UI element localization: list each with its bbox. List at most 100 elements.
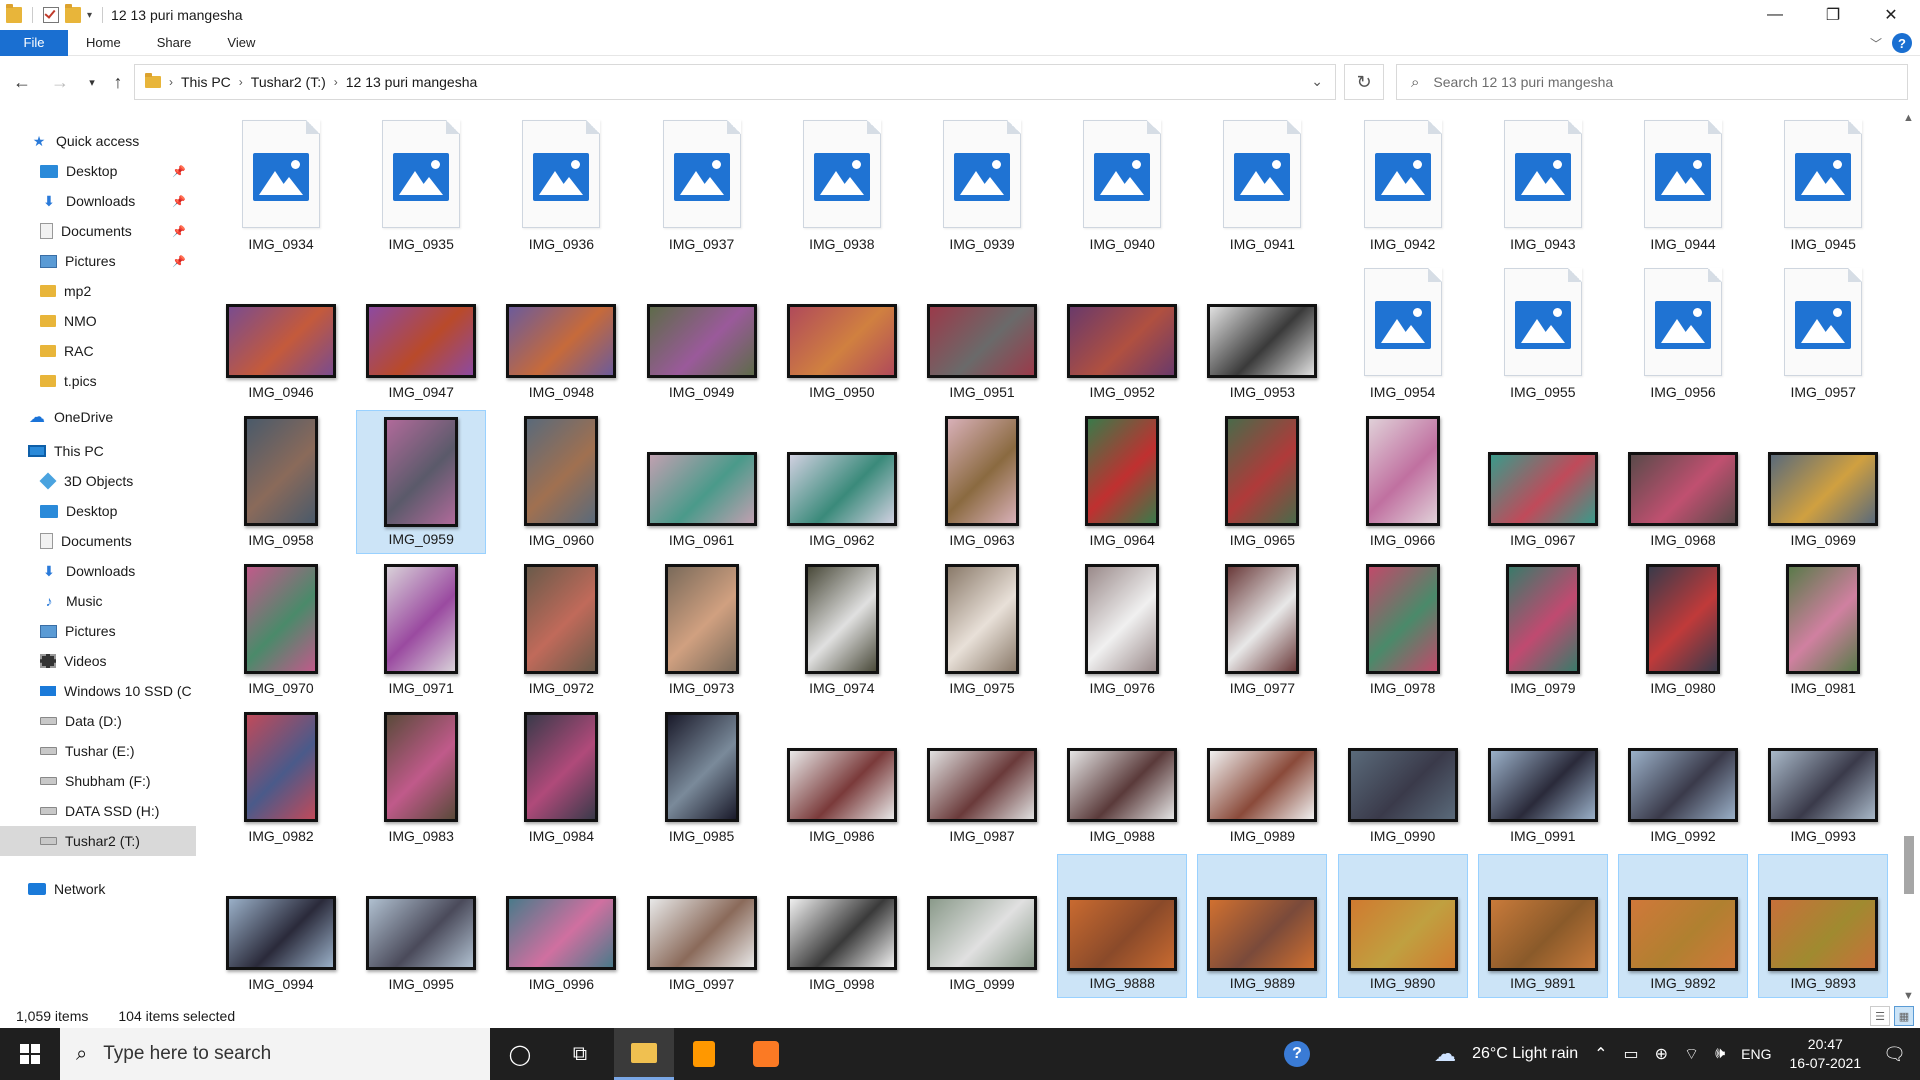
nav-item-documents[interactable]: Documents <box>0 526 196 556</box>
nav-item-documents[interactable]: Documents 📌 <box>0 216 196 246</box>
maximize-button[interactable]: ❐ <box>1804 0 1862 30</box>
nav-item-windows-10-ssd-c[interactable]: Windows 10 SSD (C <box>0 676 196 706</box>
file-item[interactable]: IMG_0945 <box>1758 114 1888 258</box>
nav-item-data-ssd-h[interactable]: DATA SSD (H:) <box>0 796 196 826</box>
nav-item-pictures[interactable]: Pictures <box>0 616 196 646</box>
breadcrumb-folder[interactable]: 12 13 puri mangesha <box>346 74 478 90</box>
file-item[interactable]: IMG_0974 <box>777 558 907 702</box>
file-item[interactable]: IMG_0999 <box>917 854 1047 998</box>
file-item[interactable]: IMG_0973 <box>637 558 767 702</box>
task-view-icon[interactable]: ⧉ <box>550 1028 610 1080</box>
file-item[interactable]: IMG_0946 <box>216 262 346 406</box>
battery-icon[interactable]: ▭ <box>1624 1044 1639 1064</box>
file-item[interactable]: IMG_0989 <box>1197 706 1327 850</box>
nav-item-data-d[interactable]: Data (D:) <box>0 706 196 736</box>
file-item[interactable]: IMG_0935 <box>356 114 486 258</box>
taskbar-search[interactable]: ⌕ Type here to search <box>60 1028 490 1080</box>
file-item[interactable]: IMG_0971 <box>356 558 486 702</box>
weather-text[interactable]: 26°C Light rain <box>1472 1045 1578 1063</box>
file-item[interactable]: IMG_0966 <box>1338 410 1468 554</box>
file-item[interactable]: IMG_0965 <box>1197 410 1327 554</box>
file-item[interactable]: IMG_0937 <box>637 114 767 258</box>
scrollbar-thumb[interactable] <box>1904 836 1914 894</box>
file-item[interactable]: IMG_0940 <box>1057 114 1187 258</box>
volume-icon[interactable]: 🕪 <box>1715 1045 1725 1063</box>
file-item[interactable]: IMG_0985 <box>637 706 767 850</box>
properties-icon[interactable] <box>43 7 59 23</box>
sublime-text-taskbar-button[interactable] <box>674 1028 734 1080</box>
start-button[interactable] <box>0 1028 60 1080</box>
minimize-button[interactable]: — <box>1746 0 1804 30</box>
file-item[interactable]: IMG_0936 <box>496 114 626 258</box>
file-item[interactable]: IMG_0979 <box>1478 558 1608 702</box>
file-item[interactable]: IMG_9889 <box>1197 854 1328 998</box>
file-item[interactable]: IMG_0960 <box>496 410 626 554</box>
help-icon[interactable]: ? <box>1892 33 1912 53</box>
file-item[interactable]: IMG_0976 <box>1057 558 1187 702</box>
recent-locations-chevron-icon[interactable]: ▾ <box>78 68 106 96</box>
nav-item-shubham-f[interactable]: Shubham (F:) <box>0 766 196 796</box>
forward-arrow-icon[interactable]: → <box>46 68 74 96</box>
file-item[interactable]: IMG_0967 <box>1478 410 1608 554</box>
file-item[interactable]: IMG_0962 <box>777 410 907 554</box>
file-item[interactable]: IMG_0996 <box>496 854 626 998</box>
file-item[interactable]: IMG_0964 <box>1057 410 1187 554</box>
file-item[interactable]: IMG_0987 <box>917 706 1047 850</box>
nav-item-network[interactable]: Network <box>0 874 196 904</box>
nav-item-tushar-e[interactable]: Tushar (E:) <box>0 736 196 766</box>
expand-ribbon-chevron-icon[interactable]: ﹀ <box>1870 35 1882 52</box>
file-item[interactable]: IMG_0984 <box>496 706 626 850</box>
nav-item-music[interactable]: ♪ Music <box>0 586 196 616</box>
customize-toolbar-chevron-icon[interactable]: ▾ <box>87 10 92 21</box>
clock[interactable]: 20:47 16-07-2021 <box>1790 1035 1862 1073</box>
nav-item-videos[interactable]: Videos <box>0 646 196 676</box>
tab-share[interactable]: Share <box>139 30 210 56</box>
refresh-icon[interactable]: ↻ <box>1344 64 1384 100</box>
file-item[interactable]: IMG_0942 <box>1338 114 1468 258</box>
file-item[interactable]: IMG_0990 <box>1338 706 1468 850</box>
breadcrumb-this-pc[interactable]: This PC <box>181 74 231 90</box>
file-item[interactable]: IMG_0981 <box>1758 558 1888 702</box>
file-item[interactable]: IMG_0954 <box>1338 262 1468 406</box>
nav-item-pictures[interactable]: Pictures 📌 <box>0 246 196 276</box>
file-item[interactable]: IMG_0939 <box>917 114 1047 258</box>
tab-view[interactable]: View <box>209 30 273 56</box>
tab-file[interactable]: File <box>0 29 68 56</box>
back-arrow-icon[interactable]: ← <box>8 68 36 96</box>
file-item[interactable]: IMG_0944 <box>1618 114 1748 258</box>
nav-item-quick-access[interactable]: ★ Quick access <box>0 126 196 156</box>
file-item[interactable]: IMG_0969 <box>1758 410 1888 554</box>
file-item[interactable]: IMG_0975 <box>917 558 1047 702</box>
search-input[interactable]: Search 12 13 puri mangesha <box>1433 74 1613 90</box>
language-indicator[interactable]: ENG <box>1741 1046 1771 1062</box>
file-item[interactable]: IMG_9890 <box>1337 854 1468 998</box>
file-item[interactable]: IMG_0947 <box>356 262 486 406</box>
file-item[interactable]: IMG_0993 <box>1758 706 1888 850</box>
file-item[interactable]: IMG_0961 <box>637 410 767 554</box>
file-item[interactable]: IMG_9892 <box>1618 854 1748 998</box>
file-item[interactable]: IMG_0992 <box>1618 706 1748 850</box>
search-box[interactable]: ⌕ Search 12 13 puri mangesha <box>1396 64 1908 100</box>
taskbar-search-input[interactable]: Type here to search <box>103 1043 271 1065</box>
vertical-scrollbar[interactable]: ▲ ▼ <box>1900 112 1918 1002</box>
nav-item-3d-objects[interactable]: 3D Objects <box>0 466 196 496</box>
notifications-icon[interactable]: 🗨 <box>1883 1044 1906 1065</box>
file-item[interactable]: IMG_0972 <box>496 558 626 702</box>
file-item[interactable]: IMG_0956 <box>1618 262 1748 406</box>
file-item[interactable]: IMG_0957 <box>1758 262 1888 406</box>
file-item[interactable]: IMG_0943 <box>1478 114 1608 258</box>
breadcrumb-drive[interactable]: Tushar2 (T:) <box>251 74 326 90</box>
address-history-chevron-icon[interactable]: ⌄ <box>1311 73 1323 90</box>
new-folder-icon[interactable] <box>65 4 81 23</box>
file-item[interactable]: IMG_0968 <box>1618 410 1748 554</box>
file-item[interactable]: IMG_0978 <box>1338 558 1468 702</box>
file-item[interactable]: IMG_9888 <box>1057 854 1188 998</box>
nav-item-downloads[interactable]: ⬇ Downloads 📌 <box>0 186 196 216</box>
file-item[interactable]: IMG_0952 <box>1057 262 1187 406</box>
cortana-icon[interactable]: ◯ <box>490 1028 550 1080</box>
chevron-right-icon[interactable]: › <box>239 75 243 89</box>
file-item[interactable]: IMG_0983 <box>356 706 486 850</box>
tab-home[interactable]: Home <box>68 30 139 56</box>
nav-item-desktop[interactable]: Desktop <box>0 496 196 526</box>
file-item[interactable]: IMG_0953 <box>1197 262 1327 406</box>
